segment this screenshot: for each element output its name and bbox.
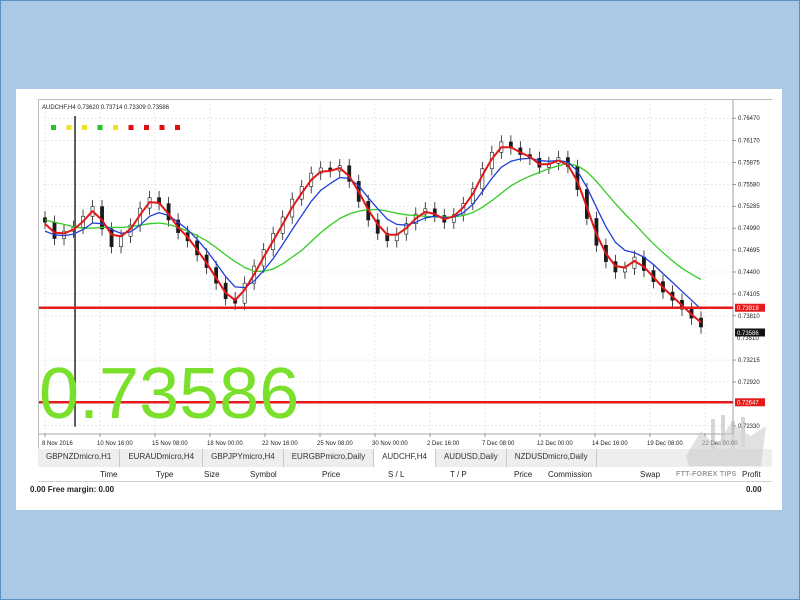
watermark-text: FTT-FOREX TIPS <box>676 471 737 478</box>
profit-total: 0.00 <box>746 485 762 494</box>
symbol-tab[interactable]: AUDUSD,Daily <box>436 449 507 467</box>
symbol-tab[interactable]: NZDUSDmicro,Daily <box>507 449 597 467</box>
lower-level-price-label: 0.72647 <box>737 401 759 407</box>
candle-body <box>623 267 627 273</box>
watermark-logo-icon <box>686 415 766 466</box>
y-tick-label: 0.72920 <box>738 380 760 386</box>
x-tick-label: 8 Nov 2016 <box>42 441 73 447</box>
trade-terminal: Time Type Size Symbol Price S / L T / P Price Co… <box>30 467 772 510</box>
symbol-tab[interactable]: EURAUDmicro,H4 <box>120 449 204 467</box>
y-tick-label: 0.73810 <box>738 314 760 320</box>
symbol-tab[interactable]: GBPJPYmicro,H4 <box>203 449 284 467</box>
price-chart[interactable]: AUDCHF,H4 0.73620 0.73714 0.73309 0.7358… <box>38 99 773 450</box>
terminal-header: Time Type Size Symbol Price S / L T / P Price Co… <box>38 467 772 482</box>
terminal-column-header[interactable]: Type <box>156 470 173 479</box>
chart-canvas[interactable]: AUDCHF,H4 0.73620 0.73714 0.73309 0.7358… <box>39 100 773 450</box>
terminal-column-header[interactable]: Profit <box>742 470 761 479</box>
terminal-column-header[interactable]: Price <box>514 470 532 479</box>
upper-level-price-label: 0.73919 <box>737 306 759 312</box>
y-tick-label: 0.75285 <box>738 204 760 210</box>
candle-body <box>119 236 123 248</box>
terminal-column-header[interactable]: Swap <box>640 470 660 479</box>
y-tick-label: 0.76170 <box>738 138 760 144</box>
signal-square <box>128 125 134 130</box>
signal-square <box>82 125 87 130</box>
terminal-column-header[interactable]: Symbol <box>250 470 277 479</box>
y-axis-labels: 0.76470 0.76170 0.75875 0.75580 0.75285 0.749… <box>733 116 760 430</box>
signal-square <box>51 125 56 130</box>
y-tick-label: 0.74400 <box>738 270 760 276</box>
signal-square <box>97 125 103 130</box>
signal-square <box>175 125 180 130</box>
symbol-tab[interactable]: AUDCHF,H4 <box>374 449 436 467</box>
y-tick-label: 0.74105 <box>738 292 760 298</box>
signal-square <box>113 125 118 130</box>
terminal-window: AUDCHF,H4 0.73620 0.73714 0.73309 0.7358… <box>16 89 782 510</box>
chart-title: AUDCHF,H4 0.73620 0.73714 0.73309 0.7358… <box>42 105 170 111</box>
x-tick-label: 19 Dec 08:00 <box>647 441 683 447</box>
x-tick-label: 18 Nov 00:00 <box>207 441 243 447</box>
symbol-tab[interactable]: EURGBPmicro,Daily <box>284 449 375 467</box>
big-price-display: 0.73586 <box>39 354 299 434</box>
signal-square <box>159 125 165 130</box>
signal-square <box>144 125 149 130</box>
x-tick-label: 2 Dec 16:00 <box>427 441 460 447</box>
y-tick-label: 0.75580 <box>738 182 760 188</box>
x-tick-label: 10 Nov 16:00 <box>97 441 133 447</box>
y-tick-label: 0.74990 <box>738 226 760 232</box>
signal-square <box>66 125 72 130</box>
terminal-column-header[interactable]: S / L <box>388 470 404 479</box>
balance-row: 0.00 Free margin: 0.00 0.00 <box>30 482 772 496</box>
x-tick-label: 12 Dec 00:00 <box>537 441 573 447</box>
y-tick-label: 0.75875 <box>738 160 760 166</box>
x-tick-label: 14 Dec 16:00 <box>592 441 628 447</box>
terminal-column-header[interactable]: Size <box>204 470 220 479</box>
y-tick-label: 0.74695 <box>738 248 760 254</box>
terminal-column-header[interactable]: T / P <box>450 470 467 479</box>
x-tick-label: 7 Dec 08:00 <box>482 441 515 447</box>
x-tick-label: 30 Nov 00:00 <box>372 441 408 447</box>
x-tick-label: 15 Nov 08:00 <box>152 441 188 447</box>
terminal-column-header[interactable]: Price <box>322 470 340 479</box>
partial-price-label: 0.73510 <box>737 336 759 342</box>
y-tick-label: 0.76470 <box>738 116 760 122</box>
y-tick-label: 0.73215 <box>738 358 760 364</box>
symbol-tabs: GBPNZDmicro,H1 EURAUDmicro,H4 GBPJPYmicro,… <box>38 449 772 468</box>
symbol-tab[interactable]: GBPNZDmicro,H1 <box>38 449 121 467</box>
x-tick-label: 22 Nov 16:00 <box>262 441 298 447</box>
terminal-column-header[interactable]: Time <box>100 470 117 479</box>
balance-text: 0.00 Free margin: 0.00 <box>30 485 115 494</box>
terminal-column-header[interactable]: Commission <box>548 470 592 479</box>
x-tick-label: 25 Nov 08:00 <box>317 441 353 447</box>
